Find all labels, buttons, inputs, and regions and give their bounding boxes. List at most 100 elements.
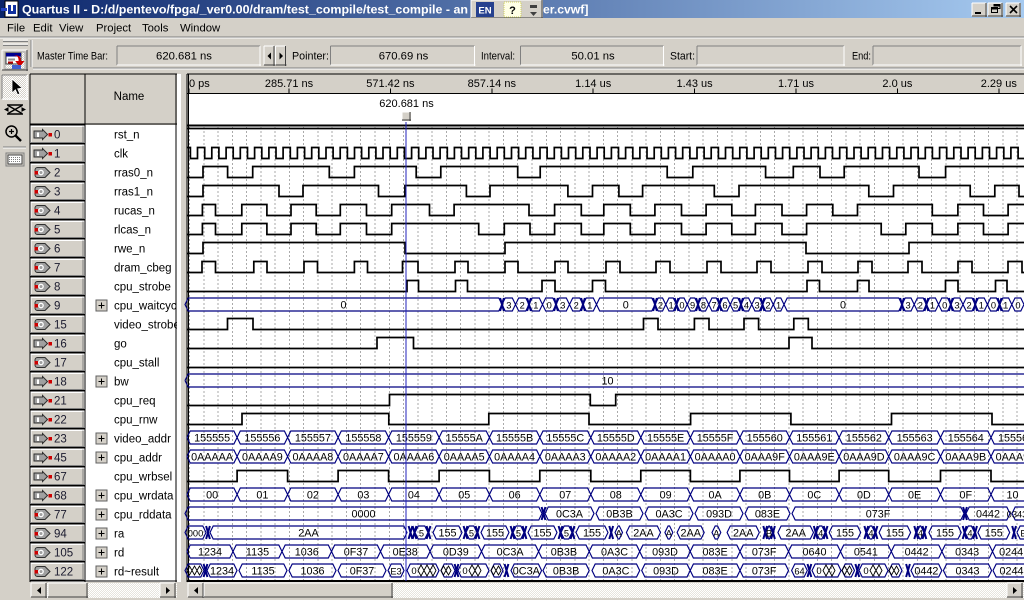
svg-text:23: 23 bbox=[54, 434, 67, 446]
svg-text:3: 3 bbox=[506, 301, 511, 311]
svg-text:rst_n: rst_n bbox=[114, 130, 140, 142]
svg-text:0AAAA0: 0AAAA0 bbox=[695, 452, 736, 464]
svg-text:0343: 0343 bbox=[1007, 510, 1024, 520]
svg-text:05: 05 bbox=[458, 490, 470, 502]
svg-text:285.71 ns: 285.71 ns bbox=[265, 78, 314, 90]
svg-text:5: 5 bbox=[516, 529, 521, 539]
svg-text:155: 155 bbox=[486, 528, 504, 540]
svg-text:2: 2 bbox=[520, 301, 525, 311]
svg-text:620.681 ns: 620.681 ns bbox=[156, 51, 212, 63]
svg-text:155559: 155559 bbox=[396, 433, 432, 445]
svg-text:3: 3 bbox=[906, 301, 911, 311]
svg-text:0E: 0E bbox=[908, 490, 921, 502]
svg-text:15555B: 15555B bbox=[496, 433, 533, 445]
svg-text:0: 0 bbox=[462, 566, 467, 577]
svg-text:0D: 0D bbox=[857, 490, 871, 502]
svg-text:03: 03 bbox=[357, 490, 369, 502]
svg-text:2: 2 bbox=[918, 301, 923, 311]
svg-text:1: 1 bbox=[776, 301, 781, 311]
svg-text:155: 155 bbox=[985, 528, 1003, 540]
svg-text:0AAAA4: 0AAAA4 bbox=[494, 452, 535, 464]
svg-text:rlcas_n: rlcas_n bbox=[114, 225, 151, 237]
svg-text:1135: 1135 bbox=[246, 547, 269, 559]
svg-text:1: 1 bbox=[533, 301, 538, 311]
svg-text:E3: E3 bbox=[390, 567, 401, 577]
svg-text:cpu_rddata: cpu_rddata bbox=[114, 510, 172, 522]
svg-text:15555D: 15555D bbox=[597, 433, 635, 445]
svg-text:cpu_wrdata: cpu_wrdata bbox=[114, 491, 174, 503]
svg-text:4: 4 bbox=[818, 529, 823, 539]
svg-text:155555: 155555 bbox=[194, 433, 230, 445]
svg-text:2AA: 2AA bbox=[298, 528, 319, 540]
svg-text:0640: 0640 bbox=[802, 547, 826, 559]
svg-text:File: File bbox=[7, 23, 25, 35]
svg-text:rd: rd bbox=[114, 548, 124, 560]
svg-text:rd~result: rd~result bbox=[114, 567, 160, 579]
svg-text:0AAAA8: 0AAAA8 bbox=[292, 452, 333, 464]
svg-text:0C: 0C bbox=[807, 490, 821, 502]
svg-text:0AAAA9: 0AAAA9 bbox=[242, 452, 283, 464]
svg-text:0AAAA5: 0AAAA5 bbox=[444, 452, 485, 464]
svg-text:0: 0 bbox=[991, 301, 996, 311]
svg-text:0C3A: 0C3A bbox=[497, 547, 525, 559]
svg-text:rwe_n: rwe_n bbox=[114, 244, 145, 256]
svg-text:0 ps: 0 ps bbox=[189, 78, 210, 90]
svg-text:Interval:: Interval: bbox=[481, 51, 515, 63]
svg-text:Pointer:: Pointer: bbox=[292, 51, 329, 63]
svg-text:64: 64 bbox=[794, 567, 804, 577]
svg-text:155: 155 bbox=[533, 528, 551, 540]
svg-text:5: 5 bbox=[419, 529, 424, 539]
svg-text:2.29 us: 2.29 us bbox=[981, 78, 1018, 90]
svg-text:0: 0 bbox=[411, 566, 416, 577]
svg-text:Project: Project bbox=[96, 23, 132, 35]
svg-text:16: 16 bbox=[54, 339, 67, 351]
svg-text:cpu_waitcyc: cpu_waitcyc bbox=[114, 301, 177, 313]
svg-text:cpu_stall: cpu_stall bbox=[114, 358, 159, 370]
svg-text:4: 4 bbox=[868, 529, 873, 539]
svg-text:0F37: 0F37 bbox=[344, 547, 369, 559]
svg-text:1.14 us: 1.14 us bbox=[575, 78, 612, 90]
svg-text:3: 3 bbox=[954, 301, 959, 311]
svg-text:04: 04 bbox=[408, 490, 420, 502]
svg-text:0C3A: 0C3A bbox=[513, 566, 541, 578]
svg-text:0541: 0541 bbox=[854, 547, 878, 559]
svg-text:68: 68 bbox=[54, 491, 67, 503]
svg-text:E: E bbox=[1020, 529, 1024, 539]
svg-text:21: 21 bbox=[54, 396, 67, 408]
svg-text:6: 6 bbox=[722, 301, 727, 311]
svg-text:Name: Name bbox=[114, 91, 145, 103]
svg-text:7: 7 bbox=[712, 301, 717, 311]
svg-text:0AAA9E: 0AAA9E bbox=[794, 452, 835, 464]
svg-text:0442: 0442 bbox=[976, 509, 1000, 521]
svg-text:video_strobe: video_strobe bbox=[114, 320, 180, 332]
svg-text:155565: 155565 bbox=[998, 433, 1024, 445]
svg-text:093D: 093D bbox=[652, 547, 678, 559]
svg-text:2AA: 2AA bbox=[785, 528, 806, 540]
svg-text:2: 2 bbox=[574, 301, 579, 311]
svg-text:9: 9 bbox=[54, 301, 60, 313]
svg-text:3: 3 bbox=[755, 301, 760, 311]
svg-text:0B3B: 0B3B bbox=[606, 509, 632, 521]
svg-text:View: View bbox=[59, 23, 84, 35]
svg-text:155: 155 bbox=[886, 528, 904, 540]
svg-text:1: 1 bbox=[930, 301, 935, 311]
svg-text:083E: 083E bbox=[702, 547, 727, 559]
svg-text:A: A bbox=[616, 529, 623, 539]
svg-text:0: 0 bbox=[1015, 301, 1020, 311]
svg-text:94: 94 bbox=[54, 529, 67, 541]
svg-text:0AAA9D: 0AAA9D bbox=[843, 452, 885, 464]
svg-text:1234: 1234 bbox=[198, 547, 222, 559]
svg-text:0F37: 0F37 bbox=[350, 566, 375, 578]
svg-text:093D: 093D bbox=[706, 509, 732, 521]
svg-text:0A3C: 0A3C bbox=[655, 509, 682, 521]
svg-text:4: 4 bbox=[918, 529, 923, 539]
svg-text:0AAAA3: 0AAAA3 bbox=[545, 452, 586, 464]
svg-text:01: 01 bbox=[256, 490, 268, 502]
svg-text:620.681 ns: 620.681 ns bbox=[379, 98, 434, 110]
svg-text:dram_cbeg: dram_cbeg bbox=[114, 263, 172, 275]
svg-text:1: 1 bbox=[587, 301, 592, 311]
svg-text:155: 155 bbox=[438, 528, 456, 540]
svg-text:0A3C: 0A3C bbox=[602, 566, 629, 578]
svg-text:0: 0 bbox=[679, 301, 684, 311]
svg-text:0AAAA2: 0AAAA2 bbox=[595, 452, 636, 464]
